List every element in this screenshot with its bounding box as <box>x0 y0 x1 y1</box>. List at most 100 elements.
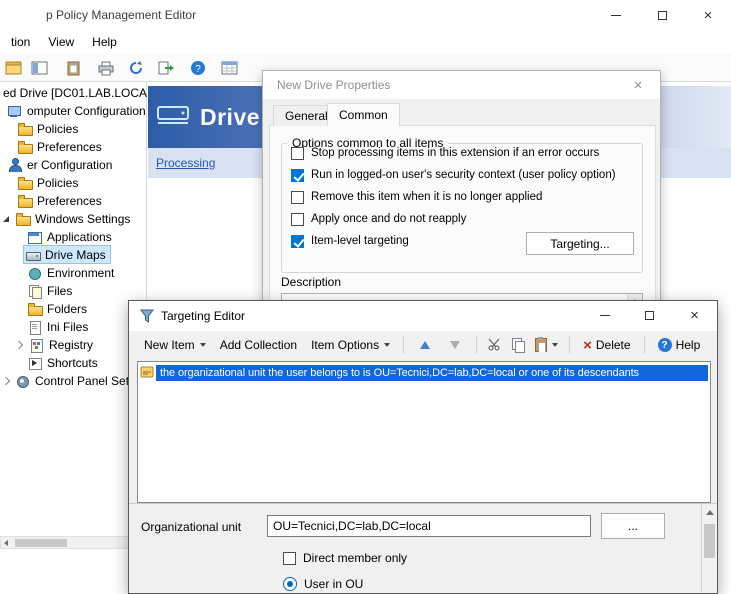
remove-item-checkbox[interactable] <box>291 191 304 204</box>
run-in-user-context-checkbox[interactable] <box>291 169 304 182</box>
tab-common[interactable]: Common <box>327 103 400 126</box>
folder-icon <box>16 212 31 226</box>
user-icon <box>8 158 23 172</box>
help-button[interactable]: ?Help <box>651 334 708 356</box>
tree-item-user-policies[interactable]: Policies <box>0 174 145 192</box>
computer-icon <box>8 104 23 118</box>
targeting-items-list[interactable]: the organizational unit the user belongs… <box>137 361 711 503</box>
copy-button[interactable] <box>507 335 530 355</box>
direct-member-row: Direct member only <box>283 550 407 566</box>
scroll-left-icon[interactable] <box>4 540 8 546</box>
tree-item-shortcuts[interactable]: Shortcuts <box>0 354 145 372</box>
stop-processing-checkbox[interactable] <box>291 147 304 160</box>
control-panel-icon <box>16 374 31 388</box>
help-icon[interactable]: ? <box>186 57 210 79</box>
new-item-button[interactable]: New Item <box>137 334 213 356</box>
user-in-ou-radio[interactable] <box>283 577 297 591</box>
window-title: p Policy Management Editor <box>46 0 196 30</box>
details-scrollbar[interactable] <box>701 504 717 593</box>
properties-close-button[interactable]: × <box>616 71 660 99</box>
console-icon[interactable] <box>2 57 26 79</box>
minimize-button[interactable] <box>593 0 639 30</box>
folder-icon <box>18 140 33 154</box>
targeting-button[interactable]: Targeting... <box>526 232 634 255</box>
tree-item-user-configuration[interactable]: er Configuration <box>0 156 145 174</box>
menu-help[interactable]: Help <box>83 32 126 52</box>
tree-item-user-preferences[interactable]: Preferences <box>0 192 145 210</box>
expand-arrow-icon[interactable] <box>3 216 9 222</box>
cut-icon <box>488 337 502 354</box>
scroll-up-icon[interactable] <box>706 510 714 515</box>
files-icon <box>28 284 43 298</box>
list-view-icon[interactable] <box>218 57 242 79</box>
clipboard-icon[interactable] <box>62 57 86 79</box>
collapse-arrow-icon[interactable] <box>15 341 23 349</box>
move-up-icon <box>420 341 430 349</box>
tree-item-control-panel-settings[interactable]: Control Panel Sett <box>0 372 145 390</box>
print-icon[interactable] <box>94 57 118 79</box>
chevron-down-icon <box>552 343 558 347</box>
item-level-targeting-checkbox[interactable] <box>291 235 304 248</box>
item-details-panel: Organizational unit ... Direct member on… <box>129 503 717 593</box>
paste-icon <box>535 338 547 352</box>
refresh-icon[interactable] <box>124 57 148 79</box>
drive-banner-icon <box>156 101 192 134</box>
targeting-close-button[interactable]: × <box>672 301 717 330</box>
scrollbar-thumb[interactable] <box>704 524 715 558</box>
export-list-icon[interactable] <box>154 57 178 79</box>
tree-item-files[interactable]: Files <box>0 282 145 300</box>
add-collection-button[interactable]: Add Collection <box>213 334 304 356</box>
tree-horizontal-scrollbar[interactable] <box>0 536 146 549</box>
delete-button[interactable]: ×Delete <box>576 334 637 357</box>
drive-maps-icon <box>26 248 41 262</box>
tree-item-applications[interactable]: Applications <box>0 228 145 246</box>
checkbox-label: Apply once and do not reapply <box>311 213 466 225</box>
direct-member-checkbox[interactable] <box>283 552 296 565</box>
tree-item-computer-policies[interactable]: Policies <box>0 120 145 138</box>
browse-ou-button[interactable]: ... <box>601 513 665 539</box>
maximize-icon <box>658 11 667 20</box>
scrollbar-thumb[interactable] <box>15 539 67 547</box>
chevron-down-icon <box>200 343 206 347</box>
tree-item-folders[interactable]: Folders <box>0 300 145 318</box>
collapse-arrow-icon[interactable] <box>2 377 10 385</box>
tree-item-windows-settings[interactable]: Windows Settings <box>0 210 145 228</box>
menu-view[interactable]: View <box>39 32 83 52</box>
targeting-minimize-button[interactable] <box>582 301 627 330</box>
screen: p Policy Management Editor × tion View H… <box>0 0 731 594</box>
close-icon: × <box>690 308 699 323</box>
apply-once-checkbox[interactable] <box>291 213 304 226</box>
targeting-list-item[interactable]: the organizational unit the user belongs… <box>140 364 708 382</box>
tree-item-ini-files[interactable]: Ini Files <box>0 318 145 336</box>
folder-icon <box>18 176 33 190</box>
console-tree: ed Drive [DC01.LAB.LOCA omputer Configur… <box>0 82 147 594</box>
paste-button[interactable] <box>530 335 563 355</box>
tree-item-environment[interactable]: Environment <box>0 264 145 282</box>
checkbox-label: Item-level targeting <box>311 235 409 247</box>
menu-action[interactable]: tion <box>2 32 39 52</box>
organizational-unit-input[interactable] <box>267 515 591 537</box>
user-in-ou-label: User in OU <box>304 577 363 591</box>
move-down-icon <box>450 341 460 349</box>
close-button[interactable]: × <box>685 0 731 30</box>
show-hide-tree-icon[interactable] <box>28 57 52 79</box>
tree-item-computer-configuration[interactable]: omputer Configuration <box>0 102 145 120</box>
toolbar-separator <box>403 336 404 354</box>
tree-item-computer-preferences[interactable]: Preferences <box>0 138 145 156</box>
maximize-icon <box>645 311 654 320</box>
description-label: Description <box>281 275 341 289</box>
tree-item-mapped-drive-root[interactable]: ed Drive [DC01.LAB.LOCA <box>0 84 145 102</box>
tree-item-drive-maps[interactable]: Drive Maps <box>0 246 145 264</box>
tree-item-registry[interactable]: Registry <box>0 336 145 354</box>
checkbox-label: Run in logged-on user's security context… <box>311 169 616 181</box>
environment-icon <box>28 266 43 280</box>
move-up-button[interactable] <box>410 338 440 352</box>
processing-link[interactable]: Processing <box>156 156 215 170</box>
move-down-button[interactable] <box>440 338 470 352</box>
toolbar-separator <box>644 336 645 354</box>
properties-titlebar: New Drive Properties × <box>263 71 660 99</box>
targeting-maximize-button[interactable] <box>627 301 672 330</box>
maximize-button[interactable] <box>639 0 685 30</box>
item-options-button[interactable]: Item Options <box>304 334 397 356</box>
cut-button[interactable] <box>483 334 507 357</box>
